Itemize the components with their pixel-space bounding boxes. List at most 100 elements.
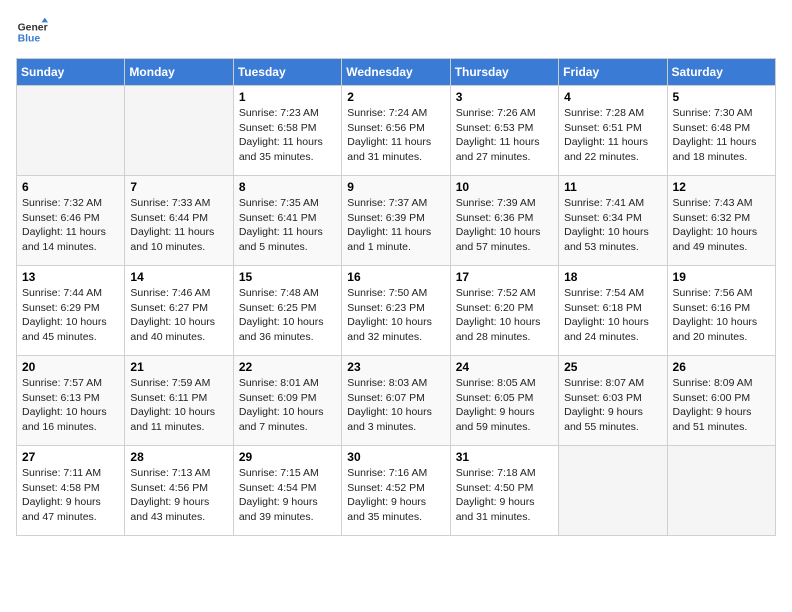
day-number: 17 [456,270,553,284]
day-number: 16 [347,270,444,284]
cell-info: Sunrise: 7:41 AMSunset: 6:34 PMDaylight:… [564,196,661,255]
cell-info: Sunrise: 7:56 AMSunset: 6:16 PMDaylight:… [673,286,770,345]
day-number: 1 [239,90,336,104]
cell-info: Sunrise: 8:05 AMSunset: 6:05 PMDaylight:… [456,376,553,435]
cell-info: Sunrise: 7:37 AMSunset: 6:39 PMDaylight:… [347,196,444,255]
calendar-cell: 13 Sunrise: 7:44 AMSunset: 6:29 PMDayligh… [17,266,125,356]
cell-info: Sunrise: 7:35 AMSunset: 6:41 PMDaylight:… [239,196,336,255]
day-number: 18 [564,270,661,284]
cell-info: Sunrise: 7:28 AMSunset: 6:51 PMDaylight:… [564,106,661,165]
calendar-cell: 15 Sunrise: 7:48 AMSunset: 6:25 PMDayligh… [233,266,341,356]
calendar-week-4: 27 Sunrise: 7:11 AMSunset: 4:58 PMDayligh… [17,446,776,536]
calendar-cell: 20 Sunrise: 7:57 AMSunset: 6:13 PMDayligh… [17,356,125,446]
calendar-cell: 22 Sunrise: 8:01 AMSunset: 6:09 PMDayligh… [233,356,341,446]
calendar-cell [667,446,775,536]
cell-info: Sunrise: 7:59 AMSunset: 6:11 PMDaylight:… [130,376,227,435]
day-number: 27 [22,450,119,464]
calendar-cell: 11Sunrise: 7:41 AMSunset: 6:34 PMDayligh… [559,176,667,266]
calendar-cell: 18 Sunrise: 7:54 AMSunset: 6:18 PMDayligh… [559,266,667,356]
day-number: 25 [564,360,661,374]
cell-info: Sunrise: 8:07 AMSunset: 6:03 PMDaylight:… [564,376,661,435]
page-header: General Blue [16,16,776,48]
weekday-header-saturday: Saturday [667,59,775,86]
cell-info: Sunrise: 7:50 AMSunset: 6:23 PMDaylight:… [347,286,444,345]
day-number: 14 [130,270,227,284]
cell-info: Sunrise: 7:26 AMSunset: 6:53 PMDaylight:… [456,106,553,165]
calendar-cell: 5Sunrise: 7:30 AMSunset: 6:48 PMDaylight… [667,86,775,176]
calendar-cell: 14Sunrise: 7:46 AMSunset: 6:27 PMDayligh… [125,266,233,356]
cell-info: Sunrise: 7:54 AMSunset: 6:18 PMDaylight:… [564,286,661,345]
logo-icon: General Blue [16,16,48,48]
day-number: 13 [22,270,119,284]
cell-info: Sunrise: 7:57 AMSunset: 6:13 PMDaylight:… [22,376,119,435]
cell-info: Sunrise: 8:01 AMSunset: 6:09 PMDaylight:… [239,376,336,435]
day-number: 2 [347,90,444,104]
calendar-cell [125,86,233,176]
cell-info: Sunrise: 7:33 AMSunset: 6:44 PMDaylight:… [130,196,227,255]
calendar-week-1: 6 Sunrise: 7:32 AMSunset: 6:46 PMDaylight… [17,176,776,266]
day-number: 3 [456,90,553,104]
weekday-header-friday: Friday [559,59,667,86]
day-number: 28 [130,450,227,464]
cell-info: Sunrise: 7:39 AMSunset: 6:36 PMDaylight:… [456,196,553,255]
cell-info: Sunrise: 7:48 AMSunset: 6:25 PMDaylight:… [239,286,336,345]
cell-info: Sunrise: 7:23 AMSunset: 6:58 PMDaylight:… [239,106,336,165]
cell-info: Sunrise: 7:52 AMSunset: 6:20 PMDaylight:… [456,286,553,345]
day-number: 7 [130,180,227,194]
day-number: 9 [347,180,444,194]
day-number: 15 [239,270,336,284]
day-number: 10 [456,180,553,194]
cell-info: Sunrise: 7:30 AMSunset: 6:48 PMDaylight:… [673,106,770,165]
svg-text:General: General [18,22,48,33]
day-number: 20 [22,360,119,374]
calendar-cell: 27 Sunrise: 7:11 AMSunset: 4:58 PMDayligh… [17,446,125,536]
calendar-cell: 12 Sunrise: 7:43 AMSunset: 6:32 PMDayligh… [667,176,775,266]
calendar-cell: 16 Sunrise: 7:50 AMSunset: 6:23 PMDayligh… [342,266,450,356]
day-number: 30 [347,450,444,464]
day-number: 31 [456,450,553,464]
calendar-cell: 29Sunrise: 7:15 AMSunset: 4:54 PMDayligh… [233,446,341,536]
cell-info: Sunrise: 8:03 AMSunset: 6:07 PMDaylight:… [347,376,444,435]
day-number: 23 [347,360,444,374]
calendar-cell: 30 Sunrise: 7:16 AMSunset: 4:52 PMDayligh… [342,446,450,536]
svg-text:Blue: Blue [18,34,41,45]
cell-info: Sunrise: 7:16 AMSunset: 4:52 PMDaylight:… [347,466,444,525]
calendar-week-0: 1 Sunrise: 7:23 AMSunset: 6:58 PMDaylight… [17,86,776,176]
calendar-cell [17,86,125,176]
cell-info: Sunrise: 7:32 AMSunset: 6:46 PMDaylight:… [22,196,119,255]
calendar-week-3: 20 Sunrise: 7:57 AMSunset: 6:13 PMDayligh… [17,356,776,446]
calendar-cell: 7 Sunrise: 7:33 AMSunset: 6:44 PMDaylight… [125,176,233,266]
weekday-header-thursday: Thursday [450,59,558,86]
calendar-table: SundayMondayTuesdayWednesdayThursdayFrid… [16,58,776,536]
calendar-cell: 8 Sunrise: 7:35 AMSunset: 6:41 PMDaylight… [233,176,341,266]
logo: General Blue [16,16,52,48]
calendar-cell: 1 Sunrise: 7:23 AMSunset: 6:58 PMDaylight… [233,86,341,176]
day-number: 12 [673,180,770,194]
day-number: 21 [130,360,227,374]
weekday-header-wednesday: Wednesday [342,59,450,86]
day-number: 6 [22,180,119,194]
cell-info: Sunrise: 7:44 AMSunset: 6:29 PMDaylight:… [22,286,119,345]
cell-info: Sunrise: 7:11 AMSunset: 4:58 PMDaylight:… [22,466,119,525]
calendar-cell: 10 Sunrise: 7:39 AMSunset: 6:36 PMDayligh… [450,176,558,266]
cell-info: Sunrise: 7:13 AMSunset: 4:56 PMDaylight:… [130,466,227,525]
weekday-header-tuesday: Tuesday [233,59,341,86]
weekday-header-sunday: Sunday [17,59,125,86]
day-number: 4 [564,90,661,104]
day-number: 22 [239,360,336,374]
calendar-cell: 19 Sunrise: 7:56 AMSunset: 6:16 PMDayligh… [667,266,775,356]
calendar-cell: 6 Sunrise: 7:32 AMSunset: 6:46 PMDaylight… [17,176,125,266]
calendar-cell: 21 Sunrise: 7:59 AMSunset: 6:11 PMDayligh… [125,356,233,446]
cell-info: Sunrise: 8:09 AMSunset: 6:00 PMDaylight:… [673,376,770,435]
day-number: 8 [239,180,336,194]
calendar-cell: 17 Sunrise: 7:52 AMSunset: 6:20 PMDayligh… [450,266,558,356]
cell-info: Sunrise: 7:18 AMSunset: 4:50 PMDaylight:… [456,466,553,525]
calendar-cell: 26 Sunrise: 8:09 AMSunset: 6:00 PMDayligh… [667,356,775,446]
calendar-cell [559,446,667,536]
cell-info: Sunrise: 7:24 AMSunset: 6:56 PMDaylight:… [347,106,444,165]
cell-info: Sunrise: 7:43 AMSunset: 6:32 PMDaylight:… [673,196,770,255]
day-number: 26 [673,360,770,374]
calendar-cell: 23 Sunrise: 8:03 AMSunset: 6:07 PMDayligh… [342,356,450,446]
day-number: 19 [673,270,770,284]
calendar-cell: 24Sunrise: 8:05 AMSunset: 6:05 PMDayligh… [450,356,558,446]
